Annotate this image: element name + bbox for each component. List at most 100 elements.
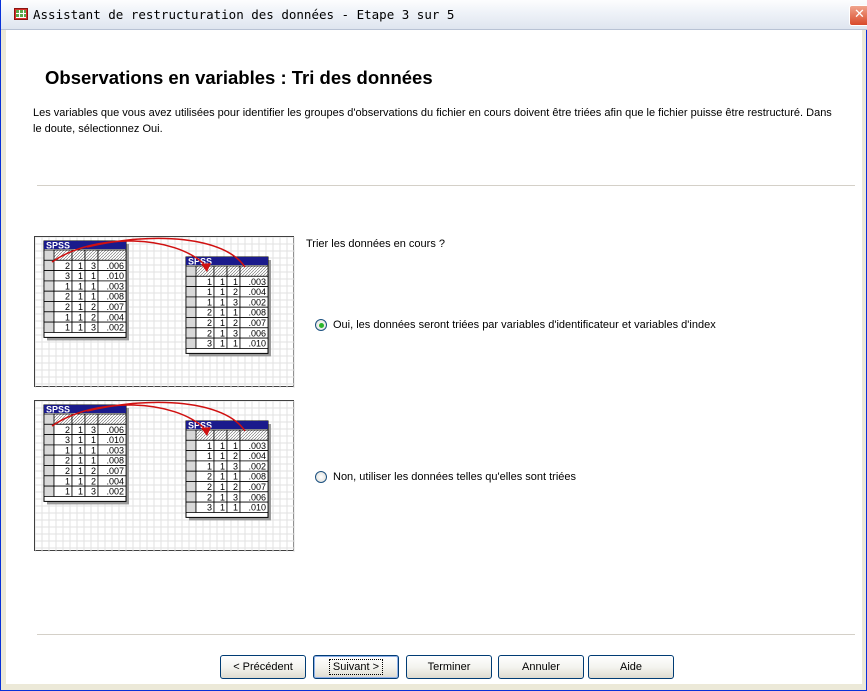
next-button[interactable]: Suivant >	[313, 655, 399, 679]
preview-unsorted: SPSS 2 1 3.006 3 1 1.010 1 1 1.003 2 1 1.008 2 1 2.007 1…	[34, 400, 295, 552]
sorted-right-table-cell-value: 1	[233, 339, 238, 349]
unsorted-left-table-cell-value: 1	[78, 445, 83, 455]
close-button[interactable]: ✕	[849, 5, 867, 26]
divider	[37, 185, 855, 186]
unsorted-left-table-row-header	[43, 465, 55, 477]
unsorted-right-table-cell-value: .004	[248, 451, 266, 461]
unsorted-left-table-cell-value: 1	[78, 487, 83, 497]
unsorted-right-table-cell-value: 3	[233, 492, 238, 502]
unsorted-right-table-cell-value: 3	[207, 503, 212, 513]
sorted-right-table-cell-value: 1	[207, 287, 212, 297]
unsorted-right-table-cell-value: 2	[233, 482, 238, 492]
sorted-right-table-cell-value: 1	[233, 308, 238, 318]
sorted-left-table-row-header	[43, 270, 55, 282]
radio-no[interactable]	[315, 471, 327, 483]
sorted-left-table-row-header	[43, 290, 55, 302]
sorted-right-table-row-header	[185, 317, 197, 329]
help-button[interactable]: Aide	[588, 655, 674, 679]
unsorted-right-table-cell-value: .010	[248, 503, 266, 513]
sorted-left-table-cell-value: 1	[78, 323, 83, 333]
unsorted-left-table-cell-value: 3	[91, 425, 96, 435]
sorted-left-table-cell-value: 1	[65, 281, 70, 291]
title-bar[interactable]: Assistant de restructuration des données…	[1, 0, 867, 30]
radio-yes-row[interactable]: Oui, les données seront triées par varia…	[315, 319, 716, 331]
sorted-right-table-cell-value: .007	[248, 318, 266, 328]
unsorted-right-table-cell-value: 2	[207, 482, 212, 492]
unsorted-left-table-cell-value: 1	[91, 435, 96, 445]
unsorted-left-table-cell-value: 3	[91, 487, 96, 497]
unsorted-right-table-cell-value: 1	[220, 461, 225, 471]
sorted-left-table-cell-value: 3	[91, 323, 96, 333]
unsorted-right-table-row-header	[185, 501, 197, 513]
sorted-right-table-cell-value: 2	[233, 318, 238, 328]
divider	[37, 634, 855, 635]
sorted-left-table-cell-value: 1	[91, 271, 96, 281]
unsorted-right-table-cell-value: 2	[207, 472, 212, 482]
sorted-right-table-row-header	[185, 306, 197, 318]
unsorted-right-table-cell-value: 1	[220, 441, 225, 451]
unsorted-left-table-cell-value: 2	[91, 466, 96, 476]
sorted-right-table-cell-value: 2	[207, 318, 212, 328]
unsorted-right-table-header-cell	[213, 429, 228, 441]
unsorted-right-table-cell-value: 1	[220, 503, 225, 513]
unsorted-left-table-cell-value: 1	[78, 466, 83, 476]
unsorted-right-table-cell-value: 1	[207, 461, 212, 471]
unsorted-left-table-cell-value: 1	[78, 456, 83, 466]
sorted-right-table-header-cell	[226, 265, 241, 277]
unsorted-left-table-cell-value: .008	[106, 456, 124, 466]
previous-button[interactable]: < Précédent	[220, 655, 306, 679]
cancel-button[interactable]: Annuler	[498, 655, 584, 679]
unsorted-left-table-row-header	[43, 485, 55, 497]
sorted-left-table-cell-value: 1	[78, 261, 83, 271]
finish-button[interactable]: Terminer	[406, 655, 492, 679]
sorted-right-table-cell-value: 2	[207, 328, 212, 338]
sorted-right-table-cell-value: .010	[248, 339, 266, 349]
unsorted-left-table-row-header	[43, 444, 55, 456]
sorted-right-table-row-header	[185, 327, 197, 339]
unsorted-left-table-cell-value: 1	[78, 425, 83, 435]
unsorted-right-table-cell-value: 3	[233, 461, 238, 471]
sorted-left-table-cell-value: 2	[65, 292, 70, 302]
window-title: Assistant de restructuration des données…	[33, 7, 455, 22]
unsorted-left-table-cell-value: 1	[78, 476, 83, 486]
unsorted-left-table-cell-value: .010	[106, 435, 124, 445]
unsorted-right-table-cell-value: 1	[220, 451, 225, 461]
unsorted-left-table-row-header	[43, 475, 55, 487]
radio-yes-label[interactable]: Oui, les données seront triées par varia…	[333, 319, 716, 331]
unsorted-right-table-row-header	[185, 439, 197, 451]
unsorted-left-table-cell-value: 2	[65, 425, 70, 435]
sorted-left-table-cell-value: .008	[106, 292, 124, 302]
sorted-right-table-cell-value: 1	[207, 277, 212, 287]
sorted-right-table-cell-value: .006	[248, 328, 266, 338]
radio-no-label[interactable]: Non, utiliser les données telles qu'elle…	[333, 471, 576, 483]
sorted-left-table-cell-value: .010	[106, 271, 124, 281]
unsorted-left-table-row-header	[43, 434, 55, 446]
unsorted-left-table-cell-value: 1	[65, 487, 70, 497]
sorted-right-table-cell-value: 1	[220, 308, 225, 318]
unsorted-left-table-cell-value: 1	[91, 445, 96, 455]
next-button-label: Suivant >	[328, 659, 384, 675]
sorted-right-table-row-header	[185, 275, 197, 287]
sorted-right-table-header-cell	[239, 265, 269, 277]
sorted-left-table-cell-value: 2	[65, 302, 70, 312]
unsorted-right-table-cell-value: 1	[233, 472, 238, 482]
radio-yes[interactable]	[315, 319, 327, 331]
step-heading: Observations en variables : Tri des donn…	[45, 67, 433, 88]
radio-no-row[interactable]: Non, utiliser les données telles qu'elle…	[315, 471, 576, 483]
preview-unsorted-illustration: SPSS2 1 3.0063 1 1.0101 1 1.0032 1 1.0082 1 2.0071…	[35, 401, 295, 552]
sorted-left-table-row-header	[43, 280, 55, 292]
unsorted-left-table-cell-value: .004	[106, 476, 124, 486]
unsorted-left-table-cell-value: 3	[65, 435, 70, 445]
unsorted-right-table-cell-value: 1	[220, 492, 225, 502]
sorted-right-table-cell-value: 1	[220, 277, 225, 287]
unsorted-right-table-row-header	[185, 460, 197, 472]
unsorted-right-table-cell-value: 1	[233, 441, 238, 451]
preview-sorted-illustration: SPSS2 1 3.0063 1 1.0101 1 1.0032 1 1.0082 1 2.0071…	[35, 237, 295, 388]
sorted-left-table-cell-value: 1	[78, 292, 83, 302]
unsorted-right-table-cell-value: 1	[207, 441, 212, 451]
unsorted-left-table-cell-value: .006	[106, 425, 124, 435]
unsorted-left-table-cell-value: 1	[78, 435, 83, 445]
sorted-right-table-cell-value: 1	[220, 287, 225, 297]
unsorted-left-table-cell-value: 2	[65, 466, 70, 476]
unsorted-right-table-cell-value: .006	[248, 492, 266, 502]
